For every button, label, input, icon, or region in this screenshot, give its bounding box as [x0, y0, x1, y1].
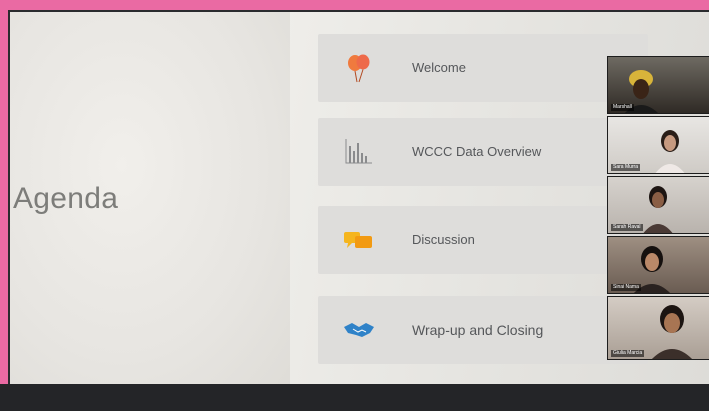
agenda-item-label: Wrap-up and Closing — [412, 322, 544, 338]
participant-name: Sara Murra — [611, 164, 641, 171]
participant-tile[interactable]: Sara Murra — [607, 116, 709, 174]
meeting-controls-bar — [0, 384, 709, 411]
agenda-slide: Agenda Welcome WCCC Data Overview Discus… — [10, 12, 709, 394]
chat-bubbles-icon — [342, 223, 376, 257]
handshake-icon — [342, 313, 376, 347]
slide-title: Agenda — [13, 182, 119, 215]
participant-name: Sarah Raval — [611, 224, 643, 231]
participant-name: Sinai Nama — [611, 284, 641, 291]
participant-name: Marshall — [611, 104, 634, 111]
participant-tile[interactable]: Giulia Marcia — [607, 296, 709, 360]
slide-left-pane: Agenda — [10, 12, 290, 394]
agenda-item-label: WCCC Data Overview — [412, 144, 542, 159]
agenda-item-label: Discussion — [412, 232, 475, 247]
presentation-screen: Agenda Welcome WCCC Data Overview Discus… — [8, 10, 709, 394]
participant-name: Giulia Marcia — [611, 350, 645, 357]
agenda-item-discussion: Discussion — [318, 206, 648, 274]
participant-tile[interactable]: Sarah Raval — [607, 176, 709, 234]
agenda-item-data-overview: WCCC Data Overview — [318, 118, 648, 186]
participant-tile[interactable]: Marshall — [607, 56, 709, 114]
bar-chart-icon — [342, 135, 376, 169]
agenda-item-label: Welcome — [412, 60, 466, 75]
agenda-item-wrap-up: Wrap-up and Closing — [318, 296, 648, 364]
agenda-item-welcome: Welcome — [318, 34, 648, 102]
video-gallery: Marshall Sara Murra Sarah Raval Sinai Na… — [607, 56, 709, 360]
participant-tile[interactable]: Sinai Nama — [607, 236, 709, 294]
balloons-icon — [342, 51, 376, 85]
